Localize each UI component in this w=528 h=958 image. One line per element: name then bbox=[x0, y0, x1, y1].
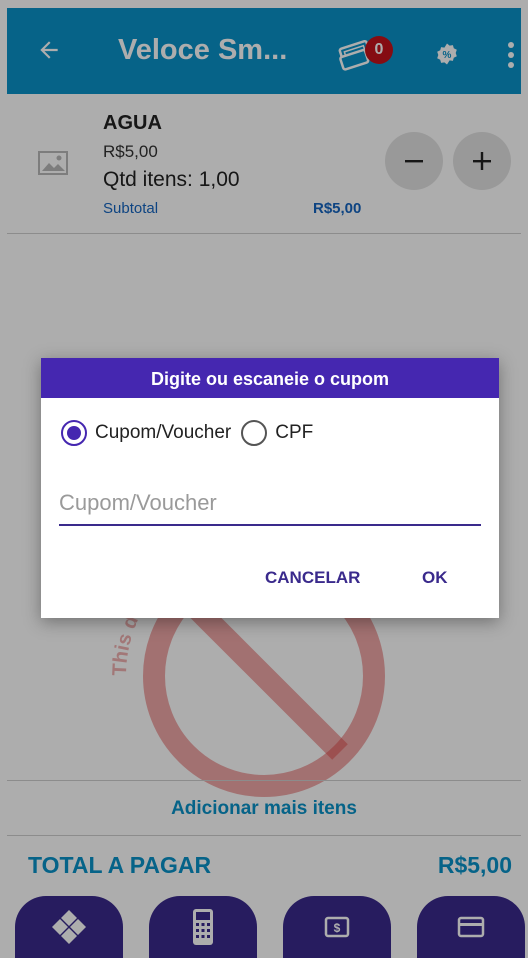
cpf-label[interactable]: CPF bbox=[275, 422, 313, 444]
coupon-type-radio-group: Cupom/Voucher CPF bbox=[61, 420, 323, 446]
coupon-dialog: Digite ou escaneie o cupom Cupom/Voucher… bbox=[41, 358, 499, 618]
app-screen: Veloce Sm... 0 % AGUA R$5,00 Qtd itens: … bbox=[0, 0, 528, 958]
ok-button[interactable]: OK bbox=[422, 568, 448, 588]
coupon-voucher-radio[interactable] bbox=[61, 420, 87, 446]
cpf-radio[interactable] bbox=[241, 420, 268, 446]
cancel-button[interactable]: CANCELAR bbox=[265, 568, 360, 588]
dialog-title: Digite ou escaneie o cupom bbox=[41, 358, 499, 398]
coupon-input[interactable] bbox=[59, 482, 481, 526]
coupon-voucher-label[interactable]: Cupom/Voucher bbox=[95, 422, 231, 444]
radio-selected-dot bbox=[67, 426, 81, 440]
